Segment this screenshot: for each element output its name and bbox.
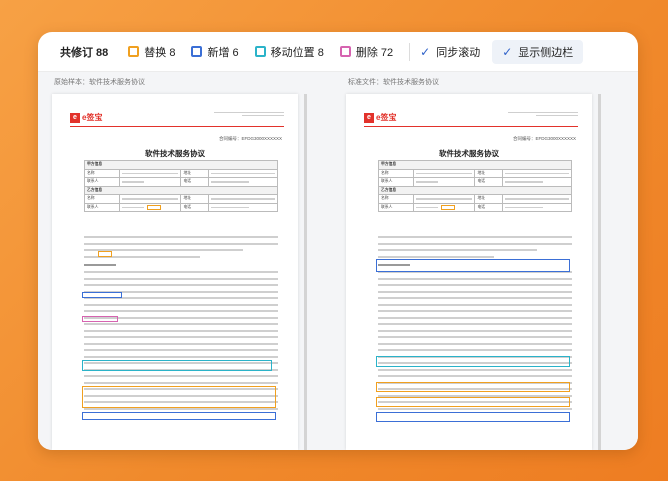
table-cell: 地址: [474, 168, 503, 178]
right-document[interactable]: e e签宝 合同编号：EFDG3000XXXXXX 软件技术服务协议 甲方信息 …: [346, 94, 592, 450]
table-cell: 电话: [474, 202, 503, 212]
toolbar-divider: [409, 42, 411, 61]
document-title: 软件技术服务协议: [145, 149, 205, 158]
logo-icon: e: [364, 112, 374, 123]
parties-table: 甲方信息 名称 地址 联系人 电话 乙方信息 名称 地址 联系人 电话: [378, 160, 572, 212]
table-cell: 地址: [474, 194, 503, 204]
app-window: 共修订 88 替换 8 新增 6 移动位置 8 删除 72 ✓ 同步滚动 ✓ 显…: [38, 32, 638, 450]
left-scrollbar[interactable]: [304, 94, 307, 450]
add-checkbox-icon: [191, 46, 203, 57]
table-cell: 联系人: [378, 202, 414, 212]
filter-move-label: 移动位置 8: [270, 46, 324, 59]
table-cell: 名称: [84, 168, 120, 178]
table-cell: 地址: [180, 194, 209, 204]
replace-checkbox-icon: [128, 46, 140, 57]
compare-toolbar: 共修订 88 替换 8 新增 6 移动位置 8 删除 72 ✓ 同步滚动 ✓ 显…: [38, 32, 638, 72]
total-revisions: 共修订 88: [60, 46, 109, 59]
logo-text: e签宝: [376, 113, 397, 122]
logo: e e签宝: [70, 112, 102, 123]
header-note: [508, 112, 578, 116]
table-cell: [412, 194, 476, 204]
replace-highlight[interactable]: [82, 386, 276, 408]
table-cell: [118, 168, 182, 178]
filter-add-label: 新增 6: [207, 46, 239, 59]
header-divider: [70, 126, 284, 127]
check-icon: ✓: [502, 44, 513, 59]
table-cell: [118, 202, 182, 212]
table-cell: [501, 177, 572, 187]
parties-table: 甲方信息 名称 地址 联系人 电话 乙方信息 名称 地址 联系人 电话: [84, 160, 278, 212]
check-icon: ✓: [420, 44, 431, 59]
delete-highlight[interactable]: [82, 316, 118, 322]
party-b-header: 乙方信息: [378, 185, 572, 195]
add-highlight[interactable]: [376, 259, 570, 272]
table-cell-changed: [501, 194, 572, 204]
table-cell: [412, 202, 476, 212]
left-pane-label: 原始样本：软件技术服务协议: [54, 79, 145, 86]
table-cell-changed: [207, 194, 278, 204]
section-heading: [84, 263, 116, 266]
show-sidebar-button[interactable]: ✓ 显示侧边栏: [492, 39, 584, 64]
replace-highlight[interactable]: [376, 397, 570, 407]
show-sidebar-label: 显示侧边栏: [518, 46, 574, 59]
table-cell: 电话: [180, 202, 209, 212]
table-cell: [412, 177, 476, 187]
right-pane-label: 标准文件：软件技术服务协议: [348, 79, 439, 86]
table-cell: 名称: [378, 194, 414, 204]
table-cell: [207, 202, 278, 212]
add-highlight[interactable]: [376, 412, 570, 422]
table-cell: [501, 168, 572, 178]
right-scrollbar[interactable]: [598, 94, 601, 450]
party-a-header: 甲方信息: [378, 160, 572, 170]
table-cell: 联系人: [84, 202, 120, 212]
filter-delete[interactable]: 删除 72: [339, 44, 394, 60]
sync-scroll-label: 同步滚动: [436, 46, 481, 59]
table-cell: 电话: [180, 177, 209, 187]
logo-text: e签宝: [82, 113, 103, 122]
header-divider: [364, 126, 578, 127]
table-cell: [207, 168, 278, 178]
sync-scroll-toggle[interactable]: ✓ 同步滚动: [420, 44, 480, 60]
table-cell: 地址: [180, 168, 209, 178]
contract-number: 合同编号：EFDG3000XXXXXX: [218, 136, 282, 141]
filter-delete-label: 删除 72: [355, 46, 394, 59]
contract-number: 合同编号：EFDG3000XXXXXX: [512, 136, 576, 141]
replace-highlight[interactable]: [376, 382, 570, 392]
filter-replace-label: 替换 8: [144, 46, 176, 59]
move-highlight[interactable]: [82, 360, 272, 371]
table-cell-changed: [501, 202, 572, 212]
add-highlight[interactable]: [82, 292, 122, 298]
compare-panes: 原始样本：软件技术服务协议 标准文件：软件技术服务协议 e e签宝 合同编号：E…: [38, 72, 638, 450]
table-cell: 名称: [378, 168, 414, 178]
logo-icon: e: [70, 112, 80, 123]
header-note: [214, 112, 284, 116]
replace-highlight[interactable]: [98, 251, 112, 257]
move-checkbox-icon: [254, 46, 266, 57]
filter-add[interactable]: 新增 6: [191, 44, 239, 60]
party-b-header: 乙方信息: [84, 185, 278, 195]
table-cell: [207, 177, 278, 187]
filter-replace[interactable]: 替换 8: [128, 44, 175, 60]
table-cell: 联系人: [84, 177, 120, 187]
table-cell: 联系人: [378, 177, 414, 187]
table-cell: [118, 194, 182, 204]
move-highlight[interactable]: [376, 356, 570, 367]
table-cell: [118, 177, 182, 187]
delete-checkbox-icon: [339, 46, 351, 57]
table-cell: [412, 168, 476, 178]
document-title: 软件技术服务协议: [439, 149, 499, 158]
logo: e e签宝: [364, 112, 396, 123]
add-highlight[interactable]: [82, 412, 276, 420]
table-cell: 电话: [474, 177, 503, 187]
filter-move[interactable]: 移动位置 8: [254, 44, 324, 60]
table-cell: 名称: [84, 194, 120, 204]
left-document[interactable]: e e签宝 合同编号：EFDG3000XXXXXX 软件技术服务协议 甲方信息 …: [52, 94, 298, 450]
party-a-header: 甲方信息: [84, 160, 278, 170]
